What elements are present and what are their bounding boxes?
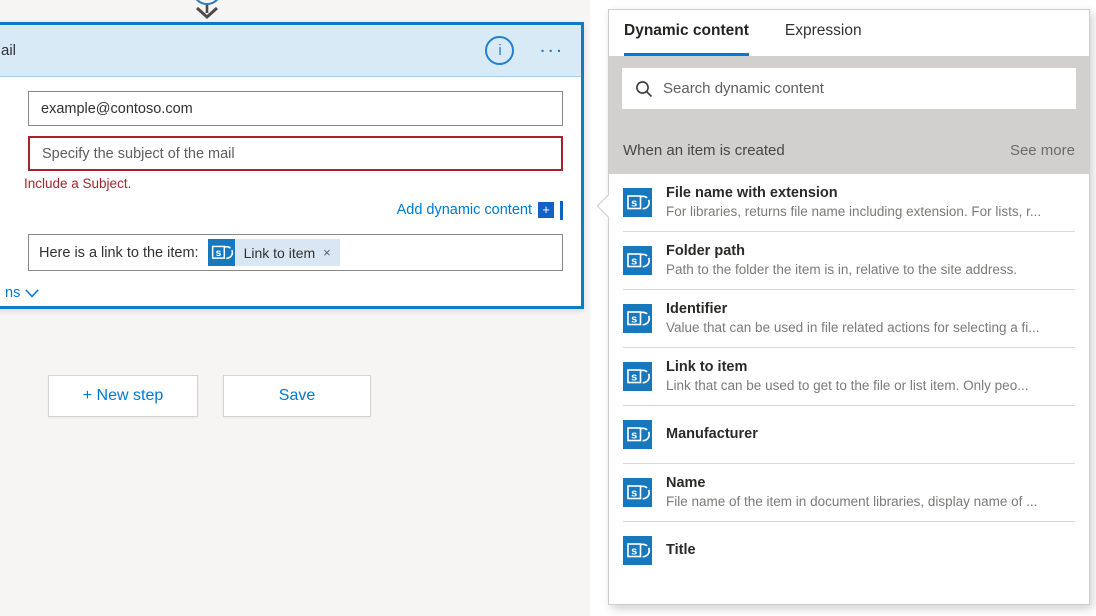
info-icon[interactable]: i bbox=[485, 36, 514, 65]
dynamic-content-item[interactable]: s Title bbox=[609, 522, 1089, 579]
body-field[interactable]: Here is a link to the item: s Link to it… bbox=[28, 234, 563, 271]
chevron-down-icon bbox=[25, 289, 39, 298]
add-dynamic-content-link[interactable]: Add dynamic content bbox=[397, 202, 532, 218]
sharepoint-icon: s bbox=[623, 188, 652, 217]
flow-connector-arrow-icon[interactable] bbox=[185, 0, 229, 24]
token-label: Link to item bbox=[244, 245, 316, 261]
add-dynamic-content-row: Add dynamic content + bbox=[28, 199, 563, 221]
item-text: Manufacturer bbox=[666, 425, 758, 444]
item-description: Link that can be used to get to the file… bbox=[666, 377, 1028, 395]
item-title: Link to item bbox=[666, 358, 1028, 377]
item-description: Value that can be used in file related a… bbox=[666, 319, 1039, 337]
sharepoint-icon: s bbox=[623, 362, 652, 391]
sharepoint-icon: s bbox=[623, 246, 652, 275]
item-description: Path to the folder the item is in, relat… bbox=[666, 261, 1017, 279]
show-advanced-options-link[interactable]: ns bbox=[5, 285, 39, 301]
item-title: Folder path bbox=[666, 242, 1017, 261]
item-title: Name bbox=[666, 474, 1037, 493]
svg-text:s: s bbox=[631, 256, 637, 268]
subject-field[interactable] bbox=[28, 136, 563, 171]
item-text: Identifier Value that can be used in fil… bbox=[666, 300, 1039, 337]
dynamic-content-item[interactable]: s Manufacturer bbox=[609, 406, 1089, 463]
dynamic-content-list: s File name with extension For libraries… bbox=[609, 174, 1089, 579]
body-field-text[interactable]: Here is a link to the item: bbox=[39, 245, 199, 261]
search-box[interactable] bbox=[622, 68, 1076, 109]
dynamic-content-panel: Dynamic content Expression When an item … bbox=[608, 9, 1090, 605]
svg-text:s: s bbox=[631, 546, 637, 558]
to-field[interactable] bbox=[28, 91, 563, 126]
sharepoint-icon: s bbox=[623, 478, 652, 507]
svg-text:s: s bbox=[631, 314, 637, 326]
item-title: Manufacturer bbox=[666, 425, 758, 444]
item-text: Name File name of the item in document l… bbox=[666, 474, 1037, 511]
svg-text:s: s bbox=[631, 488, 637, 500]
dynamic-content-item[interactable]: s Folder path Path to the folder the ite… bbox=[609, 232, 1089, 289]
send-email-action-card[interactable]: ail i ... Include a Subject. Add dynamic… bbox=[0, 22, 584, 309]
item-text: Folder path Path to the folder the item … bbox=[666, 242, 1017, 279]
search-icon bbox=[635, 80, 653, 98]
item-text: Link to item Link that can be used to ge… bbox=[666, 358, 1028, 395]
card-header[interactable]: ail i ... bbox=[0, 25, 581, 77]
tab-expression[interactable]: Expression bbox=[785, 22, 862, 56]
dynamic-content-item[interactable]: s Identifier Value that can be used in f… bbox=[609, 290, 1089, 347]
dynamic-content-item[interactable]: s Name File name of the item in document… bbox=[609, 464, 1089, 521]
token-close-icon[interactable]: × bbox=[323, 245, 331, 260]
dynamic-content-item[interactable]: s File name with extension For libraries… bbox=[609, 174, 1089, 231]
svg-text:s: s bbox=[215, 248, 221, 259]
item-title: File name with extension bbox=[666, 184, 1041, 203]
see-more-link[interactable]: See more bbox=[1010, 142, 1075, 159]
section-title: When an item is created bbox=[623, 142, 785, 159]
tab-dynamic-content[interactable]: Dynamic content bbox=[624, 22, 749, 56]
item-text: File name with extension For libraries, … bbox=[666, 184, 1041, 221]
new-step-button[interactable]: + New step bbox=[48, 375, 198, 417]
link-to-item-token[interactable]: s Link to item × bbox=[208, 239, 340, 266]
svg-text:s: s bbox=[631, 372, 637, 384]
dynamic-content-item[interactable]: s Link to item Link that can be used to … bbox=[609, 348, 1089, 405]
sharepoint-icon: s bbox=[623, 304, 652, 333]
svg-text:s: s bbox=[631, 430, 637, 442]
sharepoint-icon: s bbox=[623, 536, 652, 565]
item-title: Identifier bbox=[666, 300, 1039, 319]
menu-ellipsis-icon[interactable]: ... bbox=[540, 39, 565, 62]
search-section: When an item is created See more bbox=[609, 56, 1089, 174]
subject-error-text: Include a Subject. bbox=[24, 176, 563, 191]
card-body: Include a Subject. Add dynamic content +… bbox=[0, 77, 581, 308]
search-input[interactable] bbox=[663, 80, 1063, 97]
item-title: Title bbox=[666, 541, 696, 560]
advanced-options-label: ns bbox=[5, 285, 20, 301]
text-cursor-icon bbox=[560, 201, 563, 220]
save-button[interactable]: Save bbox=[223, 375, 371, 417]
item-description: File name of the item in document librar… bbox=[666, 493, 1037, 511]
plus-icon[interactable]: + bbox=[538, 202, 554, 218]
panel-tabs: Dynamic content Expression bbox=[609, 10, 1089, 56]
item-text: Title bbox=[666, 541, 696, 560]
item-description: For libraries, returns file name includi… bbox=[666, 203, 1041, 221]
sharepoint-icon: s bbox=[623, 420, 652, 449]
svg-text:s: s bbox=[631, 198, 637, 210]
sharepoint-icon: s bbox=[208, 239, 235, 266]
card-title: ail bbox=[1, 42, 485, 59]
